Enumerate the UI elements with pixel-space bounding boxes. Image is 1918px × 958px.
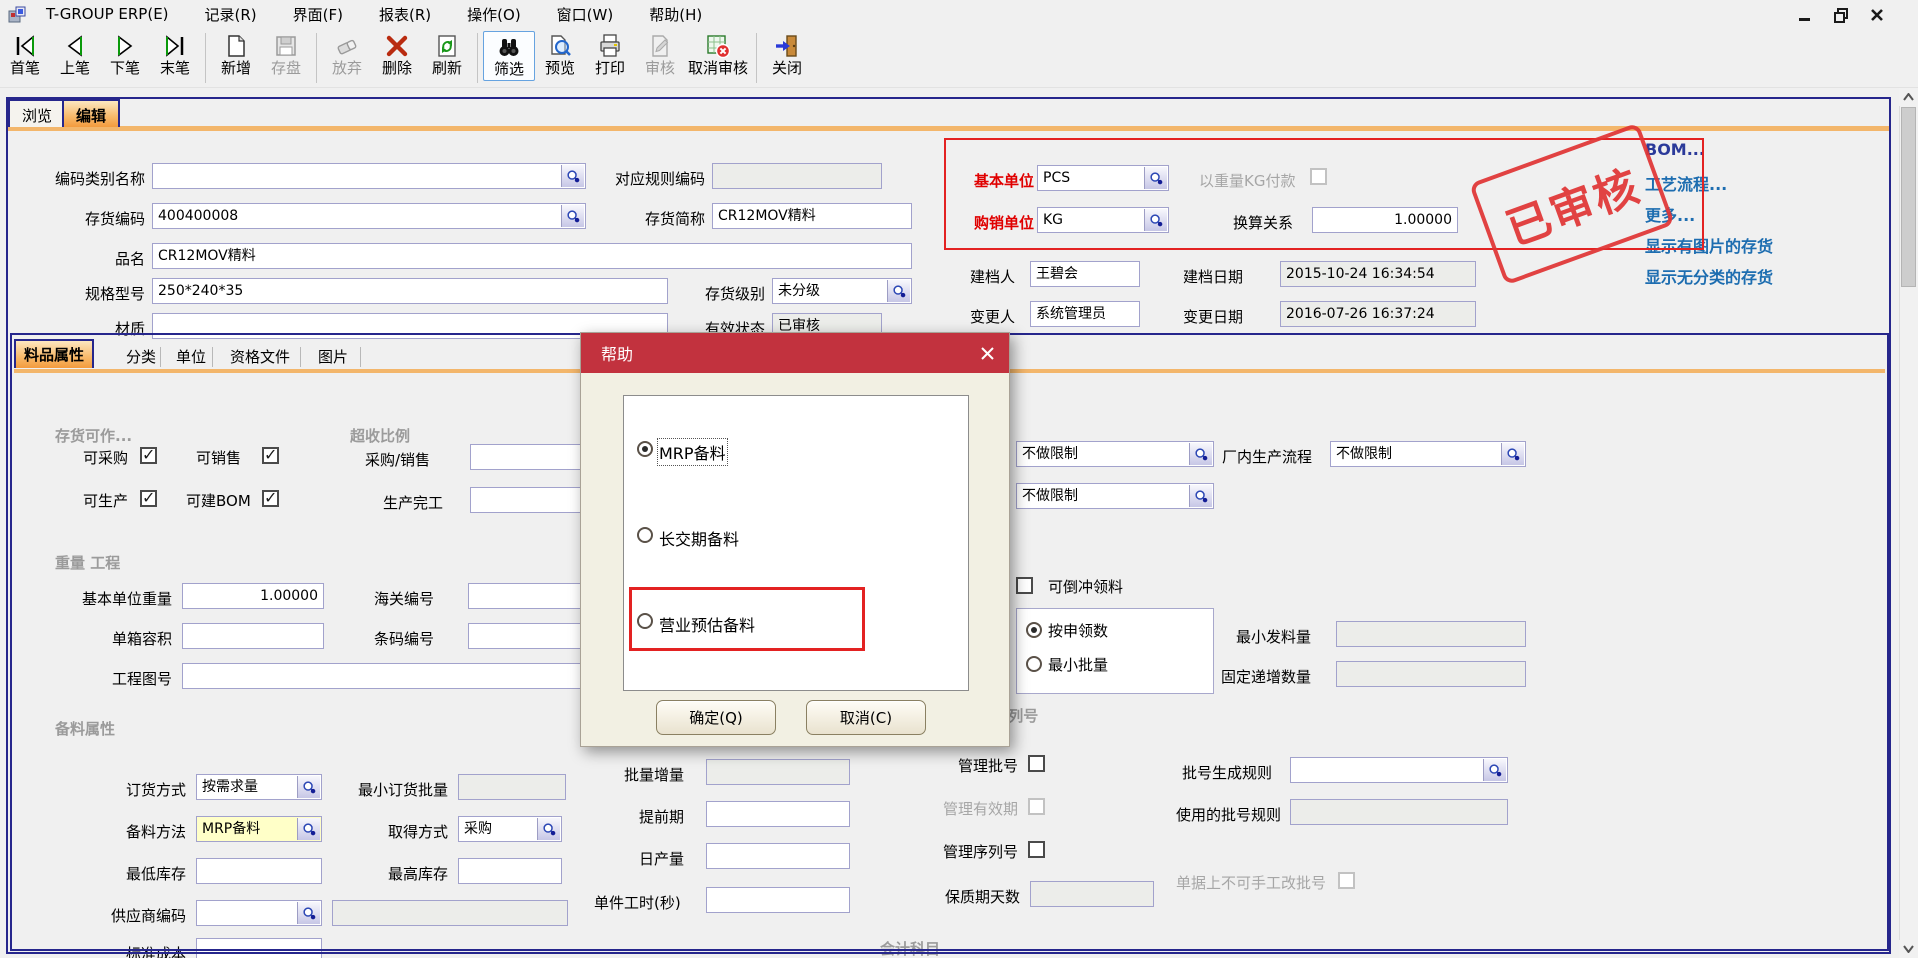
toolbar: 首笔 上笔 下笔 末笔 新增 存盘 放弃 删除 [0, 29, 1918, 88]
toolbar-separator [205, 33, 206, 83]
toolbar-label: 审核 [645, 60, 675, 77]
toolbar-label: 存盘 [271, 60, 301, 77]
toolbar-label: 新增 [221, 60, 251, 77]
scroll-up-icon[interactable] [1899, 88, 1918, 106]
abandon-button[interactable]: 放弃 [322, 31, 372, 79]
scrollbar-thumb[interactable] [1901, 107, 1916, 287]
print-button[interactable]: 打印 [585, 31, 635, 79]
save-button[interactable]: 存盘 [261, 31, 311, 79]
next-record-button[interactable]: 下笔 [100, 31, 150, 79]
toolbar-label: 取消审核 [688, 60, 748, 77]
tab-units[interactable]: 单位 [168, 343, 214, 370]
add-button[interactable]: 新增 [211, 31, 261, 79]
scroll-down-icon[interactable] [1899, 940, 1918, 958]
menu-bar: T-GROUP ERP(E) 记录(R) 界面(F) 报表(R) 操作(O) 窗… [0, 0, 1918, 28]
close-button[interactable]: 关闭 [762, 31, 812, 79]
toolbar-separator [477, 33, 478, 83]
last-record-button[interactable]: 末笔 [150, 31, 200, 79]
dialog-title: 帮助 [601, 341, 633, 365]
menu-item-report[interactable]: 报表(R) [361, 4, 449, 25]
menu-item-app[interactable]: T-GROUP ERP(E) [28, 5, 187, 23]
menu-item-help[interactable]: 帮助(H) [631, 4, 720, 25]
prev-record-button[interactable]: 上笔 [50, 31, 100, 79]
dialog-cancel-button[interactable]: 取消(C) [806, 700, 926, 735]
tab-qualification-files[interactable]: 资格文件 [222, 343, 298, 370]
app-icon [8, 5, 26, 27]
toolbar-label: 删除 [382, 60, 412, 77]
menu-item-window[interactable]: 窗口(W) [539, 4, 632, 25]
dialog-title-bar[interactable]: 帮助 [581, 333, 1009, 373]
preview-button[interactable]: 预览 [535, 31, 585, 79]
menu-item-interface[interactable]: 界面(F) [275, 4, 361, 25]
toolbar-separator [756, 33, 757, 83]
option-long-lead-radio[interactable] [637, 527, 653, 543]
tab-images[interactable]: 图片 [310, 343, 356, 370]
tab-edit[interactable]: 编辑 [62, 99, 120, 127]
toolbar-label: 下笔 [110, 60, 140, 77]
option-long-lead-label[interactable]: 长交期备料 [659, 526, 739, 550]
toolbar-label: 首笔 [10, 60, 40, 77]
toolbar-label: 关闭 [772, 60, 802, 77]
cancel-audit-button[interactable]: 取消审核 [685, 31, 751, 79]
refresh-button[interactable]: 刷新 [422, 31, 472, 79]
toolbar-label: 放弃 [332, 60, 362, 77]
restore-button[interactable] [1830, 5, 1852, 25]
option-business-forecast-radio[interactable] [637, 613, 653, 629]
toolbar-label: 打印 [595, 60, 625, 77]
toolbar-label: 上笔 [60, 60, 90, 77]
first-record-button[interactable]: 首笔 [0, 31, 50, 79]
minimize-button[interactable] [1794, 5, 1816, 25]
toolbar-label: 预览 [545, 60, 575, 77]
toolbar-label: 筛选 [494, 61, 524, 78]
menu-item-operate[interactable]: 操作(O) [449, 4, 539, 25]
toolbar-label: 末笔 [160, 60, 190, 77]
dialog-ok-button[interactable]: 确定(Q) [656, 700, 776, 735]
toolbar-separator [316, 33, 317, 83]
menu-item-record[interactable]: 记录(R) [187, 4, 275, 25]
tab-item-properties[interactable]: 料品属性 [14, 339, 94, 368]
option-mrp-label[interactable]: MRP备料 [659, 440, 726, 464]
option-business-forecast-label[interactable]: 营业预估备料 [659, 612, 755, 636]
dialog-close-icon[interactable] [977, 343, 997, 363]
option-mrp-radio[interactable] [637, 441, 653, 457]
erp-window: T-GROUP ERP(E) 记录(R) 界面(F) 报表(R) 操作(O) 窗… [0, 0, 1918, 958]
tab-browse[interactable]: 浏览 [8, 99, 66, 127]
filter-button[interactable]: 筛选 [483, 31, 535, 81]
tab-classification[interactable]: 分类 [118, 343, 164, 370]
toolbar-label: 刷新 [432, 60, 462, 77]
delete-button[interactable]: 删除 [372, 31, 422, 79]
close-window-icon[interactable] [1866, 5, 1888, 25]
help-dialog: 帮助 MRP备料 长交期备料 营业预估备料 确定(Q) 取消(C) [580, 332, 1010, 747]
audit-button[interactable]: 审核 [635, 31, 685, 79]
